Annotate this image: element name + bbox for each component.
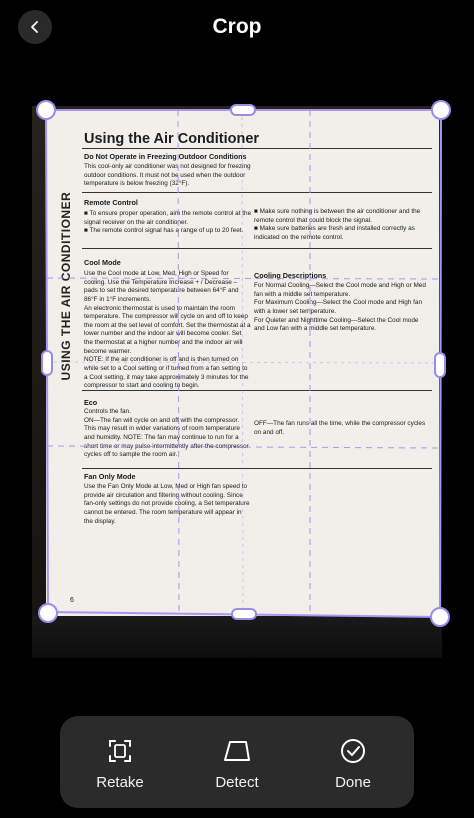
section-heading: Do Not Operate in Freezing Outdoor Condi… — [84, 152, 247, 161]
section-text: Controls the fan. ON—The fan will cycle … — [84, 408, 249, 459]
bottom-toolbar: Retake Detect Done — [60, 716, 414, 808]
retake-button[interactable]: Retake — [80, 730, 160, 796]
section-text: Use the Fan Only Mode at Low, Med or Hig… — [84, 483, 250, 525]
done-check-icon — [341, 739, 365, 763]
section-heading: Fan Only Mode — [84, 472, 136, 481]
section-text: ■ To ensure proper operation, aim the re… — [84, 210, 252, 235]
detect-button[interactable]: Detect — [197, 730, 277, 796]
section-subheading: Cooling Descriptions — [254, 271, 327, 280]
page-number: 6 — [70, 597, 74, 604]
detect-icon — [224, 741, 250, 761]
retake-icon — [109, 740, 131, 762]
section-text-right: OFF—The fan runs all the time, while the… — [254, 420, 426, 436]
retake-label: Retake — [96, 774, 144, 791]
section-text: This cool-only air conditioner was not d… — [84, 163, 251, 188]
document-page: USING THE AIR CONDITIONER Using the Air … — [46, 110, 442, 620]
done-button[interactable]: Done — [313, 730, 393, 796]
done-label: Done — [335, 774, 371, 791]
section-heading: Remote Control — [84, 198, 138, 207]
section-heading: Cool Mode — [84, 258, 121, 267]
section-heading: Eco — [84, 398, 98, 407]
section-text: Use the Cool mode at Low, Med, High or S… — [84, 270, 251, 390]
side-title: USING THE AIR CONDITIONER — [58, 191, 73, 381]
top-bar: Crop — [0, 0, 474, 58]
detect-label: Detect — [215, 774, 259, 791]
section-text-right: For Normal Cooling—Select the Cool mode … — [254, 282, 426, 333]
doc-title: Using the Air Conditioner — [84, 131, 260, 147]
page-title: Crop — [212, 15, 262, 38]
section-text-right: ■ Make sure nothing is between the air c… — [254, 208, 421, 241]
